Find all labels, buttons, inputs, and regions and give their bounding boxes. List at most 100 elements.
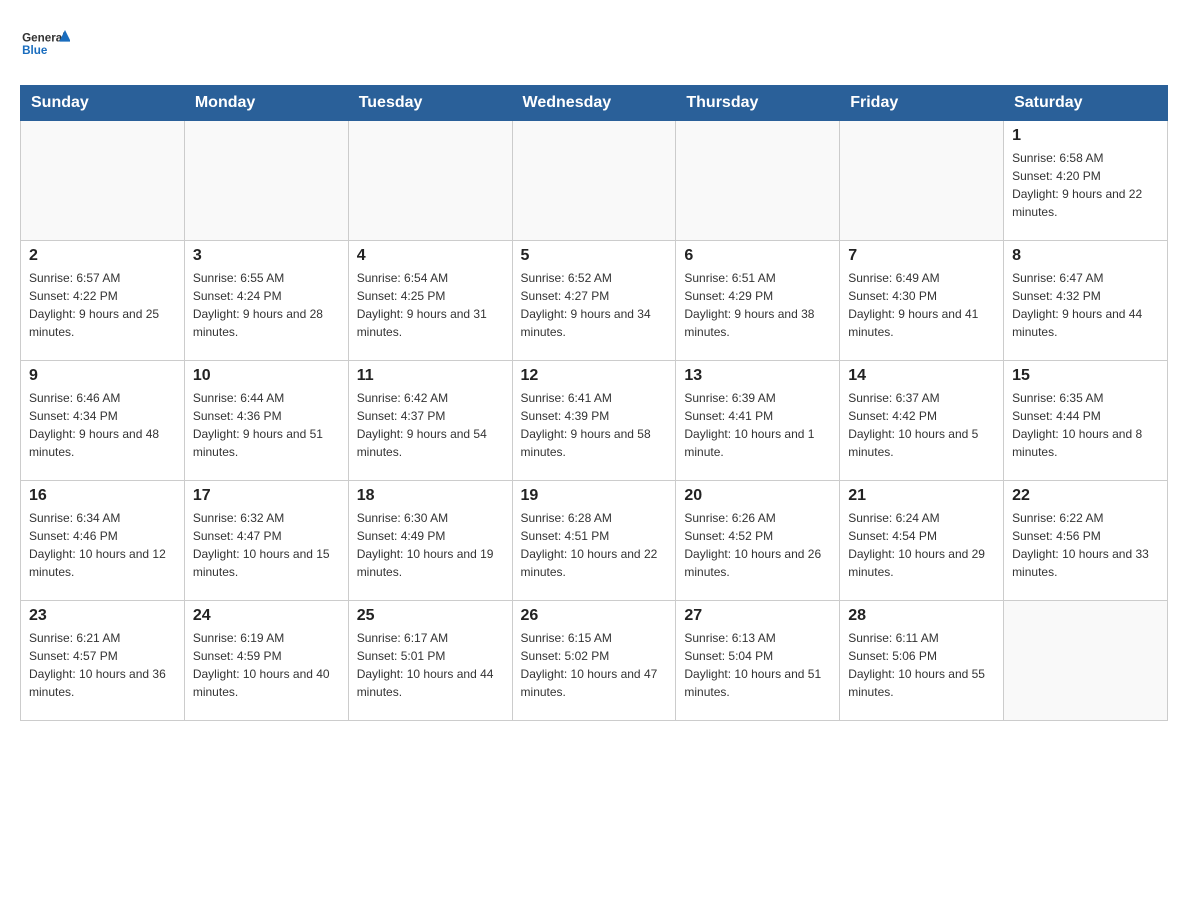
calendar-cell — [21, 121, 185, 241]
day-number: 27 — [684, 607, 831, 625]
day-info: Sunrise: 6:44 AMSunset: 4:36 PMDaylight:… — [193, 389, 340, 461]
header-sunday: Sunday — [21, 86, 185, 121]
day-number: 20 — [684, 487, 831, 505]
header-wednesday: Wednesday — [512, 86, 676, 121]
day-info: Sunrise: 6:19 AMSunset: 4:59 PMDaylight:… — [193, 629, 340, 701]
day-number: 10 — [193, 367, 340, 385]
day-info: Sunrise: 6:13 AMSunset: 5:04 PMDaylight:… — [684, 629, 831, 701]
calendar-table: SundayMondayTuesdayWednesdayThursdayFrid… — [20, 85, 1168, 721]
calendar-cell: 12Sunrise: 6:41 AMSunset: 4:39 PMDayligh… — [512, 361, 676, 481]
calendar-cell: 6 Sunrise: 6:51 AMSunset: 4:29 PMDaylight… — [676, 241, 840, 361]
calendar-cell: 18 Sunrise: 6:30 AMSunset: 4:49 PMDayligh… — [348, 481, 512, 601]
day-number: 7 — [848, 247, 995, 265]
calendar-cell: 10 Sunrise: 6:44 AMSunset: 4:36 PMDayligh… — [184, 361, 348, 481]
calendar-cell — [840, 121, 1004, 241]
day-info: Sunrise: 6:54 AMSunset: 4:25 PMDaylight:… — [357, 269, 504, 341]
calendar-cell: 21 Sunrise: 6:24 AMSunset: 4:54 PMDayligh… — [840, 481, 1004, 601]
week-row-0: 1Sunrise: 6:58 AMSunset: 4:20 PMDaylight… — [21, 121, 1168, 241]
day-number: 8 — [1012, 247, 1159, 265]
calendar-cell: 13 Sunrise: 6:39 AMSunset: 4:41 PMDayligh… — [676, 361, 840, 481]
logo-icon: General Blue — [20, 20, 70, 65]
day-info: Sunrise: 6:24 AMSunset: 4:54 PMDaylight:… — [848, 509, 995, 581]
day-number: 19 — [521, 487, 668, 505]
day-info: Sunrise: 6:55 AMSunset: 4:24 PMDaylight:… — [193, 269, 340, 341]
day-number: 25 — [357, 607, 504, 625]
calendar-cell: 27 Sunrise: 6:13 AMSunset: 5:04 PMDayligh… — [676, 601, 840, 721]
day-number: 15 — [1012, 367, 1159, 385]
calendar-cell: 14 Sunrise: 6:37 AMSunset: 4:42 PMDayligh… — [840, 361, 1004, 481]
day-info: Sunrise: 6:57 AMSunset: 4:22 PMDaylight:… — [29, 269, 176, 341]
header-thursday: Thursday — [676, 86, 840, 121]
header-monday: Monday — [184, 86, 348, 121]
day-info: Sunrise: 6:46 AMSunset: 4:34 PMDaylight:… — [29, 389, 176, 461]
week-row-3: 16Sunrise: 6:34 AMSunset: 4:46 PMDayligh… — [21, 481, 1168, 601]
day-info: Sunrise: 6:28 AMSunset: 4:51 PMDaylight:… — [521, 509, 668, 581]
day-number: 24 — [193, 607, 340, 625]
calendar-cell: 19 Sunrise: 6:28 AMSunset: 4:51 PMDayligh… — [512, 481, 676, 601]
calendar-cell: 3 Sunrise: 6:55 AMSunset: 4:24 PMDaylight… — [184, 241, 348, 361]
day-number: 12 — [521, 367, 668, 385]
day-info: Sunrise: 6:51 AMSunset: 4:29 PMDaylight:… — [684, 269, 831, 341]
week-row-1: 2Sunrise: 6:57 AMSunset: 4:22 PMDaylight… — [21, 241, 1168, 361]
day-number: 21 — [848, 487, 995, 505]
calendar-cell: 2Sunrise: 6:57 AMSunset: 4:22 PMDaylight… — [21, 241, 185, 361]
calendar-cell: 1Sunrise: 6:58 AMSunset: 4:20 PMDaylight… — [1004, 121, 1168, 241]
calendar-cell: 8 Sunrise: 6:47 AMSunset: 4:32 PMDaylight… — [1004, 241, 1168, 361]
week-row-4: 23 Sunrise: 6:21 AMSunset: 4:57 PMDayligh… — [21, 601, 1168, 721]
calendar-cell: 23 Sunrise: 6:21 AMSunset: 4:57 PMDayligh… — [21, 601, 185, 721]
calendar-cell: 5 Sunrise: 6:52 AMSunset: 4:27 PMDaylight… — [512, 241, 676, 361]
day-number: 5 — [521, 247, 668, 265]
day-info: Sunrise: 6:52 AMSunset: 4:27 PMDaylight:… — [521, 269, 668, 341]
calendar-cell: 7 Sunrise: 6:49 AMSunset: 4:30 PMDaylight… — [840, 241, 1004, 361]
week-row-2: 9 Sunrise: 6:46 AMSunset: 4:34 PMDaylight… — [21, 361, 1168, 481]
calendar-cell — [184, 121, 348, 241]
day-number: 18 — [357, 487, 504, 505]
calendar-cell: 11Sunrise: 6:42 AMSunset: 4:37 PMDayligh… — [348, 361, 512, 481]
calendar-cell: 16Sunrise: 6:34 AMSunset: 4:46 PMDayligh… — [21, 481, 185, 601]
calendar-cell: 22 Sunrise: 6:22 AMSunset: 4:56 PMDayligh… — [1004, 481, 1168, 601]
day-info: Sunrise: 6:30 AMSunset: 4:49 PMDaylight:… — [357, 509, 504, 581]
day-number: 14 — [848, 367, 995, 385]
day-number: 6 — [684, 247, 831, 265]
day-info: Sunrise: 6:21 AMSunset: 4:57 PMDaylight:… — [29, 629, 176, 701]
day-info: Sunrise: 6:11 AMSunset: 5:06 PMDaylight:… — [848, 629, 995, 701]
calendar-cell: 25 Sunrise: 6:17 AMSunset: 5:01 PMDayligh… — [348, 601, 512, 721]
day-info: Sunrise: 6:22 AMSunset: 4:56 PMDaylight:… — [1012, 509, 1159, 581]
day-number: 3 — [193, 247, 340, 265]
day-info: Sunrise: 6:49 AMSunset: 4:30 PMDaylight:… — [848, 269, 995, 341]
day-number: 26 — [521, 607, 668, 625]
day-info: Sunrise: 6:39 AMSunset: 4:41 PMDaylight:… — [684, 389, 831, 461]
day-number: 22 — [1012, 487, 1159, 505]
calendar-cell: 20 Sunrise: 6:26 AMSunset: 4:52 PMDayligh… — [676, 481, 840, 601]
svg-text:General: General — [22, 32, 65, 45]
calendar-cell: 24 Sunrise: 6:19 AMSunset: 4:59 PMDayligh… — [184, 601, 348, 721]
day-info: Sunrise: 6:26 AMSunset: 4:52 PMDaylight:… — [684, 509, 831, 581]
calendar-cell — [348, 121, 512, 241]
day-info: Sunrise: 6:17 AMSunset: 5:01 PMDaylight:… — [357, 629, 504, 701]
page-header: General Blue — [20, 20, 1168, 65]
day-number: 16 — [29, 487, 176, 505]
header-saturday: Saturday — [1004, 86, 1168, 121]
day-number: 23 — [29, 607, 176, 625]
calendar-cell: 26 Sunrise: 6:15 AMSunset: 5:02 PMDayligh… — [512, 601, 676, 721]
day-info: Sunrise: 6:15 AMSunset: 5:02 PMDaylight:… — [521, 629, 668, 701]
day-number: 9 — [29, 367, 176, 385]
calendar-cell: 28 Sunrise: 6:11 AMSunset: 5:06 PMDayligh… — [840, 601, 1004, 721]
calendar-cell: 15 Sunrise: 6:35 AMSunset: 4:44 PMDayligh… — [1004, 361, 1168, 481]
day-number: 13 — [684, 367, 831, 385]
calendar-body: 1Sunrise: 6:58 AMSunset: 4:20 PMDaylight… — [21, 121, 1168, 721]
header-tuesday: Tuesday — [348, 86, 512, 121]
day-info: Sunrise: 6:47 AMSunset: 4:32 PMDaylight:… — [1012, 269, 1159, 341]
calendar-cell: 4Sunrise: 6:54 AMSunset: 4:25 PMDaylight… — [348, 241, 512, 361]
calendar-cell — [1004, 601, 1168, 721]
day-number: 1 — [1012, 127, 1159, 145]
calendar-cell: 9 Sunrise: 6:46 AMSunset: 4:34 PMDaylight… — [21, 361, 185, 481]
day-number: 17 — [193, 487, 340, 505]
day-number: 28 — [848, 607, 995, 625]
calendar-cell — [676, 121, 840, 241]
logo: General Blue — [20, 20, 70, 65]
day-info: Sunrise: 6:35 AMSunset: 4:44 PMDaylight:… — [1012, 389, 1159, 461]
header-friday: Friday — [840, 86, 1004, 121]
day-info: Sunrise: 6:37 AMSunset: 4:42 PMDaylight:… — [848, 389, 995, 461]
calendar-header: SundayMondayTuesdayWednesdayThursdayFrid… — [21, 86, 1168, 121]
